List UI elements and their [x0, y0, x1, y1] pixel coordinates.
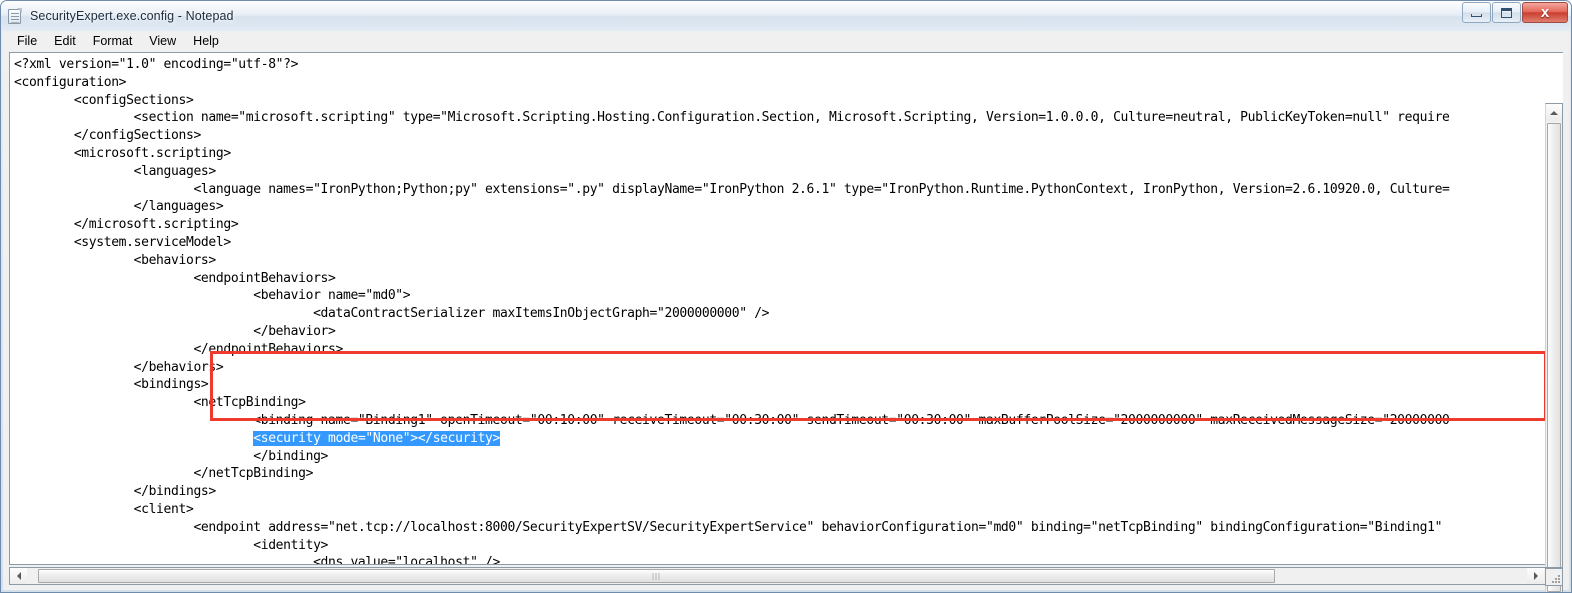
window-title: SecurityExpert.exe.config - Notepad — [30, 9, 234, 23]
scroll-left-button[interactable] — [10, 568, 27, 584]
caption-buttons: x — [1461, 2, 1568, 23]
title-bar[interactable]: SecurityExpert.exe.config - Notepad x — [1, 1, 1571, 31]
scroll-right-button[interactable] — [1527, 568, 1544, 584]
code-before-selection: <?xml version="1.0" encoding="utf-8"?> <… — [14, 57, 1450, 428]
menu-item-format[interactable]: Format — [85, 32, 141, 51]
notepad-document-icon — [7, 7, 23, 25]
menu-item-view[interactable]: View — [141, 32, 184, 51]
menu-item-edit[interactable]: Edit — [46, 32, 84, 51]
maximize-icon — [1501, 7, 1512, 18]
minimize-icon — [1471, 13, 1482, 17]
client-area: <?xml version="1.0" encoding="utf-8"?> <… — [3, 52, 1569, 592]
code-after-selection: </binding> </netTcpBinding> </bindings> … — [133, 448, 1443, 564]
vertical-scrollbar[interactable] — [1545, 103, 1563, 592]
menu-bar: File Edit Format View Help — [3, 31, 1569, 52]
horizontal-scrollbar-thumb[interactable] — [38, 569, 1275, 583]
chevron-up-icon — [1550, 110, 1558, 115]
resize-grip-icon — [1549, 572, 1560, 583]
vertical-scrollbar-thumb[interactable] — [1547, 123, 1561, 592]
minimize-button[interactable] — [1462, 2, 1491, 23]
scrollbar-grip-icon — [652, 573, 661, 580]
horizontal-scrollbar[interactable] — [9, 567, 1563, 585]
chevron-right-icon — [1533, 572, 1538, 580]
text-editor-frame: <?xml version="1.0" encoding="utf-8"?> <… — [9, 52, 1563, 565]
scroll-up-button[interactable] — [1546, 104, 1562, 121]
notepad-window: SecurityExpert.exe.config - Notepad x Fi… — [0, 0, 1572, 593]
selected-security-element[interactable]: <security mode="None"></security> — [253, 430, 500, 446]
close-icon: x — [1540, 4, 1550, 21]
chevron-left-icon — [16, 572, 21, 580]
close-button[interactable]: x — [1522, 2, 1568, 23]
menu-item-file[interactable]: File — [9, 32, 45, 51]
text-editor[interactable]: <?xml version="1.0" encoding="utf-8"?> <… — [10, 53, 1546, 564]
maximize-button[interactable] — [1492, 2, 1521, 23]
menu-item-help[interactable]: Help — [185, 32, 227, 51]
resize-grip[interactable] — [1545, 568, 1563, 586]
config-xml-text[interactable]: <?xml version="1.0" encoding="utf-8"?> <… — [10, 53, 1546, 564]
